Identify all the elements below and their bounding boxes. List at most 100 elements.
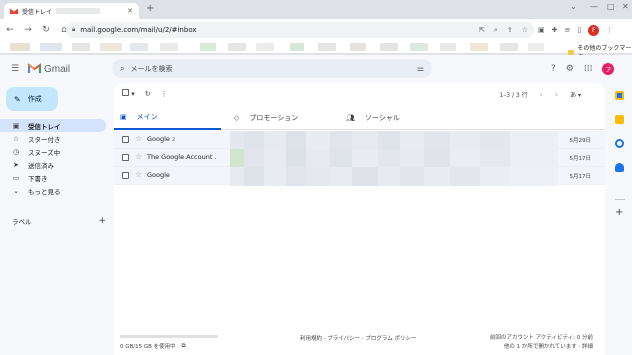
search-bar[interactable]: ⌕ メールを検索 ⚌ <box>112 59 432 78</box>
redacted-bookmark[interactable] <box>350 43 366 51</box>
redacted-bookmark[interactable] <box>290 43 304 51</box>
redacted-bookmark[interactable] <box>10 43 30 51</box>
side-panel-icon[interactable]: ▯ <box>577 26 581 34</box>
compose-button[interactable]: ✎ 作成 <box>6 87 58 111</box>
profile-avatar[interactable]: F <box>588 24 600 36</box>
zoom-icon[interactable]: ⌕ <box>494 26 498 35</box>
star-icon[interactable]: ☆ <box>135 170 142 179</box>
reload-icon[interactable]: ↻ <box>38 22 54 38</box>
window-chevron-icon[interactable]: ⌄ <box>570 2 577 11</box>
gmail-favicon-icon <box>9 7 19 14</box>
sidebar-item-snoozed[interactable]: ◷ スヌーズ中 <box>0 145 106 158</box>
redacted-bookmark[interactable] <box>410 43 428 51</box>
tab-promotions[interactable]: ◇ プロモーション <box>228 106 338 130</box>
redacted-bookmark[interactable] <box>130 43 148 51</box>
pager: 1–3 / 3 行 ‹ › あ ▾ <box>499 90 581 99</box>
back-icon[interactable]: ← <box>2 22 18 38</box>
browser-tab-bar: 受信トレイ ✕ + ⌄ — □ ✕ <box>0 0 632 19</box>
calendar-icon[interactable] <box>615 91 624 100</box>
contacts-icon[interactable] <box>615 163 624 172</box>
prev-page-icon[interactable]: ‹ <box>540 90 543 99</box>
tab-social[interactable]: 👥︎ ソーシャル <box>340 106 450 130</box>
extensions-area: ▣ ✚ ≡ ▯ F ⋮ <box>538 22 613 38</box>
inbox-icon: ▣ <box>120 113 127 121</box>
chrome-menu-icon[interactable]: ⋮ <box>606 26 613 34</box>
redacted-bookmark[interactable] <box>318 43 336 51</box>
redacted-bookmark[interactable] <box>440 43 456 51</box>
storage-meter: 0 GB/15 GB を使用中 ⧉ <box>120 335 218 350</box>
sidebar-item-drafts[interactable]: ▭ 下書き <box>0 171 106 184</box>
reading-list-icon[interactable]: ≡ <box>565 26 571 34</box>
redacted-bookmark[interactable] <box>40 43 62 51</box>
next-page-icon[interactable]: › <box>555 90 558 99</box>
row-checkbox[interactable] <box>122 154 129 161</box>
settings-gear-icon[interactable]: ⚙ <box>566 64 574 74</box>
redacted-tab-text <box>56 8 101 14</box>
add-label-icon[interactable]: + <box>98 216 106 226</box>
star-icon[interactable]: ☆ <box>135 134 142 143</box>
forward-icon[interactable]: → <box>20 22 36 38</box>
help-icon[interactable]: ? <box>551 64 556 74</box>
side-panel: + <box>607 83 632 355</box>
footer-links[interactable]: 利用規約 · プライバシー · プログラム ポリシー <box>300 334 416 342</box>
bookmarks-bar: その他のブックマーク <box>0 41 632 61</box>
redacted-bookmark[interactable] <box>256 43 274 51</box>
open-external-icon[interactable]: ⇱ <box>479 26 485 35</box>
apps-grid-icon[interactable]: ⁞⁞⁞ <box>584 64 593 74</box>
redacted-bookmark[interactable] <box>470 43 488 51</box>
row-checkbox[interactable] <box>122 172 129 179</box>
sidebar-item-sent[interactable]: ➤ 送信済み <box>0 158 106 171</box>
tasks-icon[interactable] <box>615 139 624 148</box>
redacted-bookmark[interactable] <box>72 43 90 51</box>
new-tab-icon[interactable]: + <box>146 3 154 14</box>
add-addon-icon[interactable]: + <box>615 207 623 218</box>
keep-icon[interactable] <box>615 115 624 124</box>
minimize-icon[interactable]: — <box>590 2 598 11</box>
sidebar-item-more[interactable]: ⌄ もっと見る <box>0 184 106 197</box>
redacted-bookmark[interactable] <box>100 43 122 51</box>
search-input[interactable]: メールを検索 <box>130 64 172 74</box>
storage-bar <box>120 335 218 338</box>
row-sender: Google 2 <box>147 135 176 143</box>
close-tab-icon[interactable]: ✕ <box>127 7 133 15</box>
tab-label: メイン <box>136 113 158 121</box>
gmail-app: ☰ Gmail ⌕ メールを検索 ⚌ ? ⚙ ⁞⁞⁞ ア ✎ 作成 ▣ 受信トレ… <box>0 55 632 355</box>
extension-icon[interactable]: ▣ <box>538 26 545 34</box>
activity-line-1: 前回のアカウント アクティビティ: 0 分前 <box>489 335 593 341</box>
sidebar-item-starred[interactable]: ☆ スター付き <box>0 132 106 145</box>
redacted-bookmark[interactable] <box>528 43 544 51</box>
bookmark-star-icon[interactable]: ☆ <box>522 26 528 35</box>
input-tool-button[interactable]: あ ▾ <box>570 90 581 99</box>
select-all-checkbox[interactable]: ▾ <box>122 89 135 98</box>
address-bar[interactable]: 🔒︎ mail.google.com/mail/u/2/#inbox ⇱ ⌕ ⇪… <box>66 22 534 38</box>
sidebar-item-label: 受信トレイ <box>28 122 61 131</box>
redacted-bookmark[interactable] <box>380 43 398 51</box>
row-checkbox[interactable] <box>122 136 129 143</box>
close-window-icon[interactable]: ✕ <box>622 2 629 11</box>
puzzle-icon[interactable]: ✚ <box>552 26 558 34</box>
gmail-logo-text: Gmail <box>44 63 71 75</box>
account-avatar[interactable]: ア <box>602 63 615 75</box>
browser-tab[interactable]: 受信トレイ ✕ <box>4 3 139 19</box>
redacted-bookmark[interactable] <box>228 43 246 51</box>
main-menu-icon[interactable]: ☰ <box>11 64 19 74</box>
maximize-icon[interactable]: □ <box>607 2 615 11</box>
redacted-bookmark[interactable] <box>500 43 518 51</box>
activity-line-2[interactable]: 他の 1 か所で開かれています · 詳細 <box>490 343 593 352</box>
star-icon[interactable]: ☆ <box>135 152 142 161</box>
sidebar-item-inbox[interactable]: ▣ 受信トレイ <box>0 119 106 132</box>
open-storage-icon[interactable]: ⧉ <box>182 343 186 350</box>
inbox-icon: ▣ <box>12 121 20 130</box>
redacted-bookmark[interactable] <box>200 43 216 51</box>
category-tabs: ▣ メイン ◇ プロモーション 👥︎ ソーシャル <box>114 106 605 130</box>
tab-primary[interactable]: ▣ メイン <box>114 106 221 130</box>
search-options-icon[interactable]: ⚌ <box>417 64 424 73</box>
share-icon[interactable]: ⇪ <box>507 26 513 35</box>
labels-heading: ラベル <box>12 218 32 226</box>
pager-text: 1–3 / 3 行 <box>499 92 528 99</box>
refresh-icon[interactable]: ↻ <box>145 90 151 98</box>
gmail-logo[interactable]: Gmail <box>28 62 70 76</box>
redacted-bookmark[interactable] <box>160 43 178 51</box>
more-options-icon[interactable]: ⋮ <box>161 90 168 98</box>
search-icon[interactable]: ⌕ <box>120 64 124 74</box>
